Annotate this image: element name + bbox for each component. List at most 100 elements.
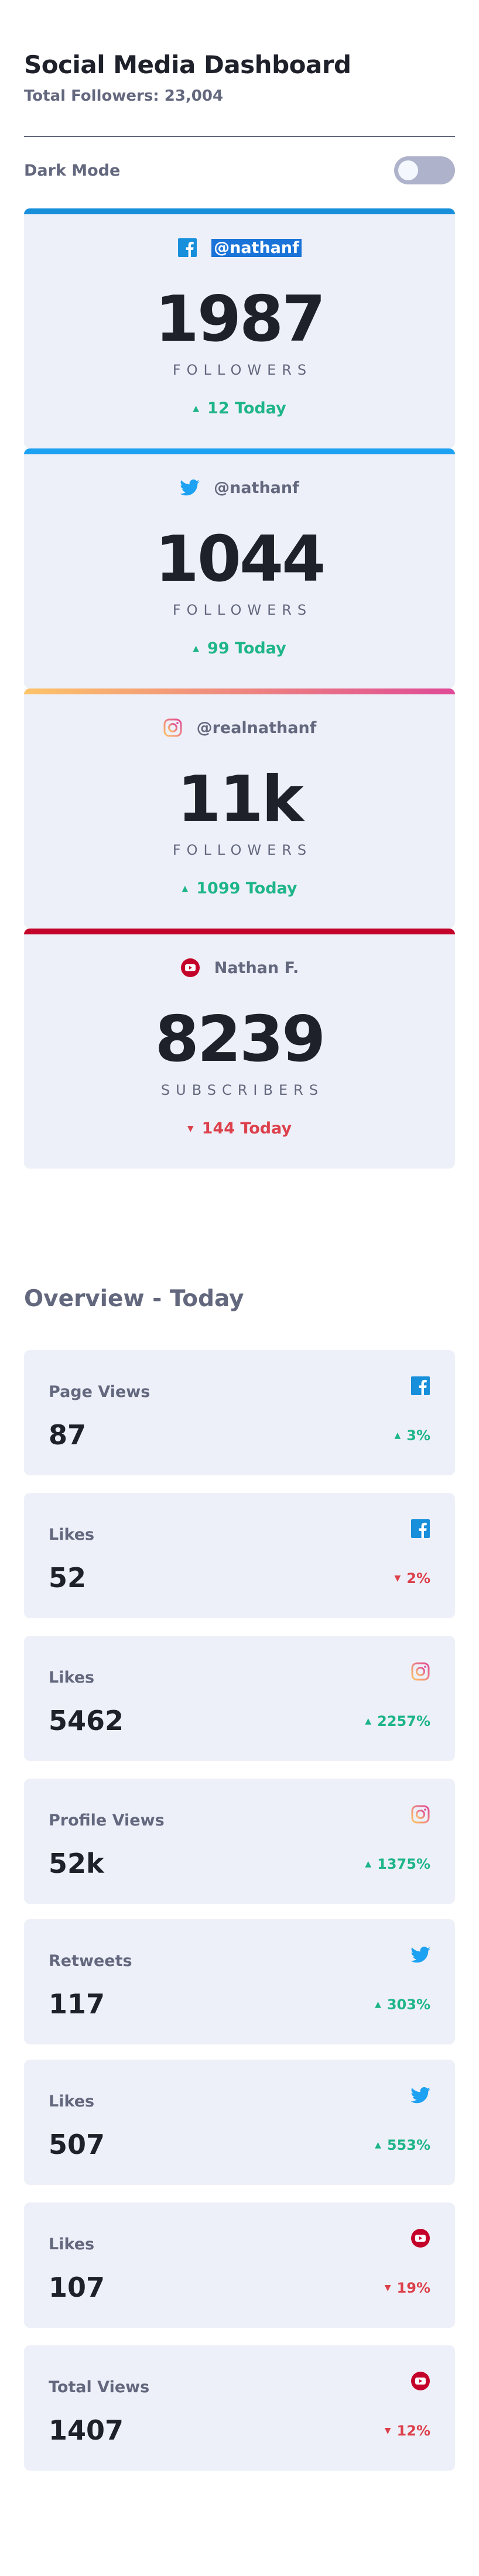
account-handle[interactable]: @nathanf (211, 238, 302, 257)
follower-card-twitter[interactable]: @nathanf 1044 FOLLOWERS ▲ 99 Today (24, 448, 455, 688)
follower-card-youtube[interactable]: Nathan F. 8239 SUBSCRIBERS ▼ 144 Today (24, 929, 455, 1169)
page-title: Social Media Dashboard (24, 50, 351, 79)
card-accent-bar (24, 929, 455, 934)
follower-unit: FOLLOWERS (172, 602, 313, 618)
dark-mode-row: Dark Mode (24, 156, 455, 184)
overview-value: 1407 (49, 2414, 124, 2446)
overview-value: 117 (49, 1988, 105, 2020)
dark-mode-label: Dark Mode (24, 161, 121, 180)
overview-value: 87 (49, 1419, 87, 1451)
overview-label: Likes (49, 1669, 95, 1687)
overview-value: 52k (49, 1848, 104, 1879)
follower-card-facebook[interactable]: @nathanf 1987 FOLLOWERS ▲ 12 Today (24, 208, 455, 448)
overview-change: ▲ 2257% (365, 1713, 430, 1729)
youtube-icon (410, 2371, 430, 2391)
account-handle[interactable]: @nathanf (214, 479, 299, 497)
arrow-up-icon: ▲ (375, 2000, 381, 2009)
youtube-icon (180, 958, 200, 978)
follower-card-instagram[interactable]: @realnathanf 11k FOLLOWERS ▲ 1099 Today (24, 688, 455, 929)
follower-unit: SUBSCRIBERS (160, 1082, 324, 1098)
today-change-value: 12 Today (207, 399, 286, 417)
card-handle-row: @realnathanf (24, 718, 455, 738)
overview-label: Total Views (49, 2378, 150, 2396)
dark-mode-toggle[interactable] (394, 156, 455, 184)
card-handle-row: @nathanf (24, 238, 455, 258)
dashboard-page: Social Media Dashboard Total Followers: … (0, 0, 479, 2576)
twitter-icon (410, 1945, 430, 1965)
arrow-down-icon: ▼ (384, 2426, 391, 2435)
overview-change: ▲ 553% (375, 2137, 430, 2153)
facebook-icon (410, 1376, 430, 1396)
overview-value: 52 (49, 1562, 87, 1594)
follower-unit: FOLLOWERS (172, 842, 313, 858)
arrow-up-icon: ▲ (365, 1859, 372, 1869)
overview-card-facebook-likes[interactable]: Likes 52 ▼ 2% (24, 1493, 455, 1618)
card-accent-bar (24, 688, 455, 694)
youtube-icon (410, 2228, 430, 2248)
twitter-icon (180, 478, 200, 498)
follower-count: 1044 (155, 523, 326, 596)
today-change-value: 144 Today (201, 1119, 292, 1138)
account-handle[interactable]: @realnathanf (197, 719, 317, 737)
instagram-icon (410, 1662, 430, 1681)
today-change: ▼ 144 Today (24, 1119, 455, 1138)
overview-change-value: 1375% (377, 1856, 430, 1872)
today-change: ▲ 1099 Today (24, 879, 455, 898)
overview-change-value: 303% (386, 1996, 430, 2013)
instagram-icon (163, 718, 183, 738)
overview-card-youtube-total-views[interactable]: Total Views 1407 ▼ 12% (24, 2345, 455, 2471)
overview-value: 107 (49, 2272, 105, 2303)
overview-change: ▲ 1375% (365, 1856, 430, 1872)
facebook-icon (177, 238, 197, 258)
today-change: ▲ 12 Today (24, 399, 455, 417)
arrow-up-icon: ▲ (193, 403, 200, 413)
overview-card-twitter-retweets[interactable]: Retweets 117 ▲ 303% (24, 1919, 455, 2044)
overview-change: ▲ 3% (394, 1427, 430, 1444)
total-followers: Total Followers: 23,004 (24, 87, 224, 105)
follower-count: 1987 (155, 283, 326, 356)
overview-label: Likes (49, 2092, 95, 2111)
overview-change: ▼ 19% (385, 2280, 430, 2296)
arrow-up-icon: ▲ (182, 883, 189, 893)
overview-value: 507 (49, 2129, 105, 2160)
subscriber-count: 8239 (155, 1003, 326, 1076)
overview-title: Overview - Today (24, 1286, 244, 1312)
overview-label: Likes (49, 2235, 95, 2253)
arrow-up-icon: ▲ (375, 2140, 381, 2150)
dashboard-header: Social Media Dashboard Total Followers: … (24, 50, 455, 105)
overview-change: ▲ 303% (375, 1996, 430, 2013)
arrow-up-icon: ▲ (365, 1717, 372, 1726)
overview-change-value: 2257% (377, 1713, 430, 1729)
card-handle-row: @nathanf (24, 478, 455, 498)
today-change-value: 1099 Today (196, 879, 297, 898)
overview-change-value: 12% (396, 2423, 430, 2439)
overview-value: 5462 (49, 1705, 124, 1736)
overview-change-value: 553% (386, 2137, 430, 2153)
arrow-down-icon: ▼ (187, 1123, 194, 1133)
overview-card-instagram-profile-views[interactable]: Profile Views 52k ▲ 1375% (24, 1779, 455, 1904)
overview-card-instagram-likes[interactable]: Likes 5462 ▲ 2257% (24, 1636, 455, 1761)
today-change-value: 99 Today (207, 639, 286, 657)
arrow-up-icon: ▲ (394, 1431, 401, 1440)
account-handle[interactable]: Nathan F. (214, 959, 299, 977)
overview-change: ▼ 12% (385, 2423, 430, 2439)
arrow-down-icon: ▼ (394, 1574, 401, 1583)
arrow-up-icon: ▲ (193, 643, 200, 653)
toggle-knob[interactable] (398, 160, 418, 180)
twitter-icon (410, 2085, 430, 2105)
card-accent-bar (24, 208, 455, 214)
overview-change-value: 2% (406, 1570, 430, 1587)
overview-card-twitter-likes[interactable]: Likes 507 ▲ 553% (24, 2060, 455, 2185)
overview-change-value: 19% (396, 2280, 430, 2296)
today-change: ▲ 99 Today (24, 639, 455, 657)
overview-label: Profile Views (49, 1811, 165, 1830)
overview-card-youtube-likes[interactable]: Likes 107 ▼ 19% (24, 2202, 455, 2328)
overview-label: Page Views (49, 1383, 150, 1401)
follower-unit: FOLLOWERS (172, 362, 313, 378)
card-accent-bar (24, 448, 455, 454)
overview-change-value: 3% (406, 1427, 430, 1444)
card-handle-row: Nathan F. (24, 958, 455, 978)
overview-card-facebook-page-views[interactable]: Page Views 87 ▲ 3% (24, 1350, 455, 1475)
follower-count: 11k (177, 763, 303, 836)
instagram-icon (410, 1804, 430, 1824)
